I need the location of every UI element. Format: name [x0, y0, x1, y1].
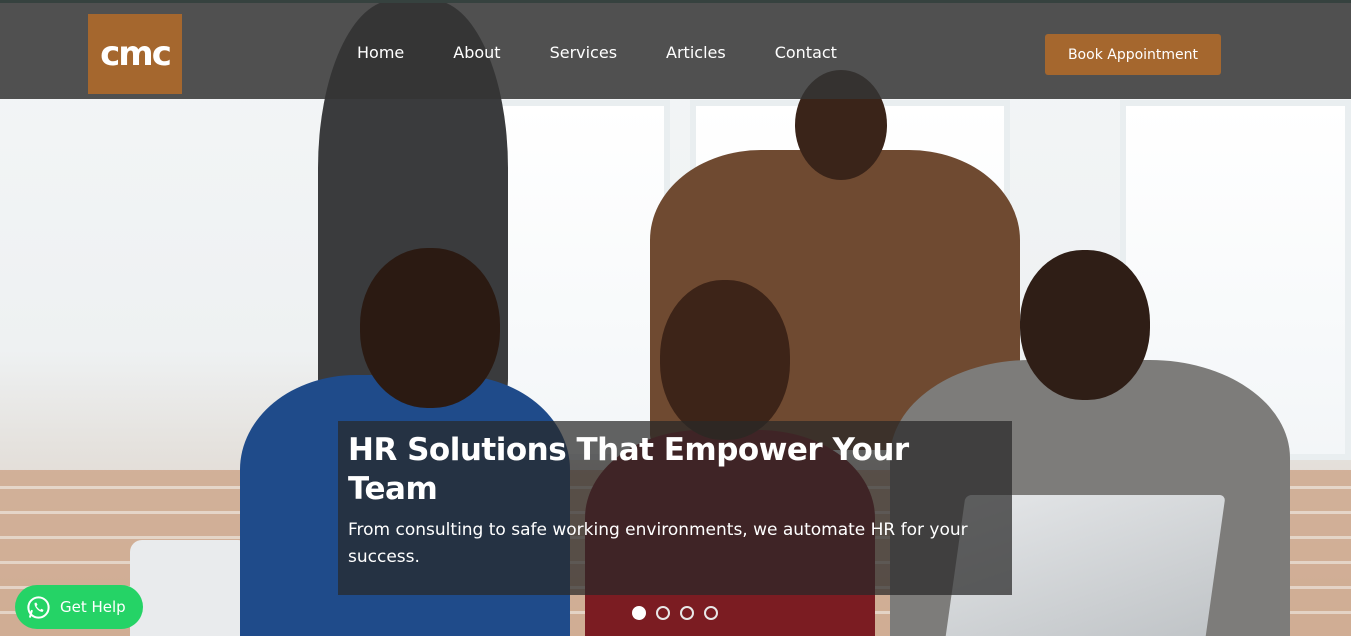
woman-red-top-head: [660, 280, 790, 440]
book-appointment-button[interactable]: Book Appointment: [1045, 34, 1221, 75]
hero-title: HR Solutions That Empower Your Team: [348, 432, 909, 507]
nav-contact-link[interactable]: Contact: [775, 43, 837, 62]
whatsapp-icon: [27, 595, 50, 619]
logo-text: cmc: [100, 34, 172, 74]
man-blue-suit-head: [360, 248, 500, 408]
slider-dot-2[interactable]: [656, 606, 670, 620]
slider-dot-3[interactable]: [680, 606, 694, 620]
nav-services-link[interactable]: Services: [550, 43, 617, 62]
man-grey-suit-head: [1020, 250, 1150, 400]
nav-articles-link[interactable]: Articles: [666, 43, 726, 62]
chair: [130, 540, 250, 636]
hero-caption: HR Solutions That Empower Your Team From…: [338, 421, 1012, 595]
main-nav: Home About Services Articles Contact: [357, 43, 886, 62]
slider-dot-1[interactable]: [632, 606, 646, 620]
get-help-button[interactable]: Get Help: [15, 585, 143, 629]
nav-home-link[interactable]: Home: [357, 43, 404, 62]
nav-about-link[interactable]: About: [453, 43, 500, 62]
site-logo[interactable]: cmc: [88, 14, 182, 94]
slider-dots: [632, 606, 718, 620]
top-navbar: cmc Home About Services Articles Contact…: [0, 0, 1351, 99]
get-help-label: Get Help: [60, 598, 126, 616]
hero-subtitle: From consulting to safe working environm…: [348, 520, 968, 567]
slider-dot-4[interactable]: [704, 606, 718, 620]
